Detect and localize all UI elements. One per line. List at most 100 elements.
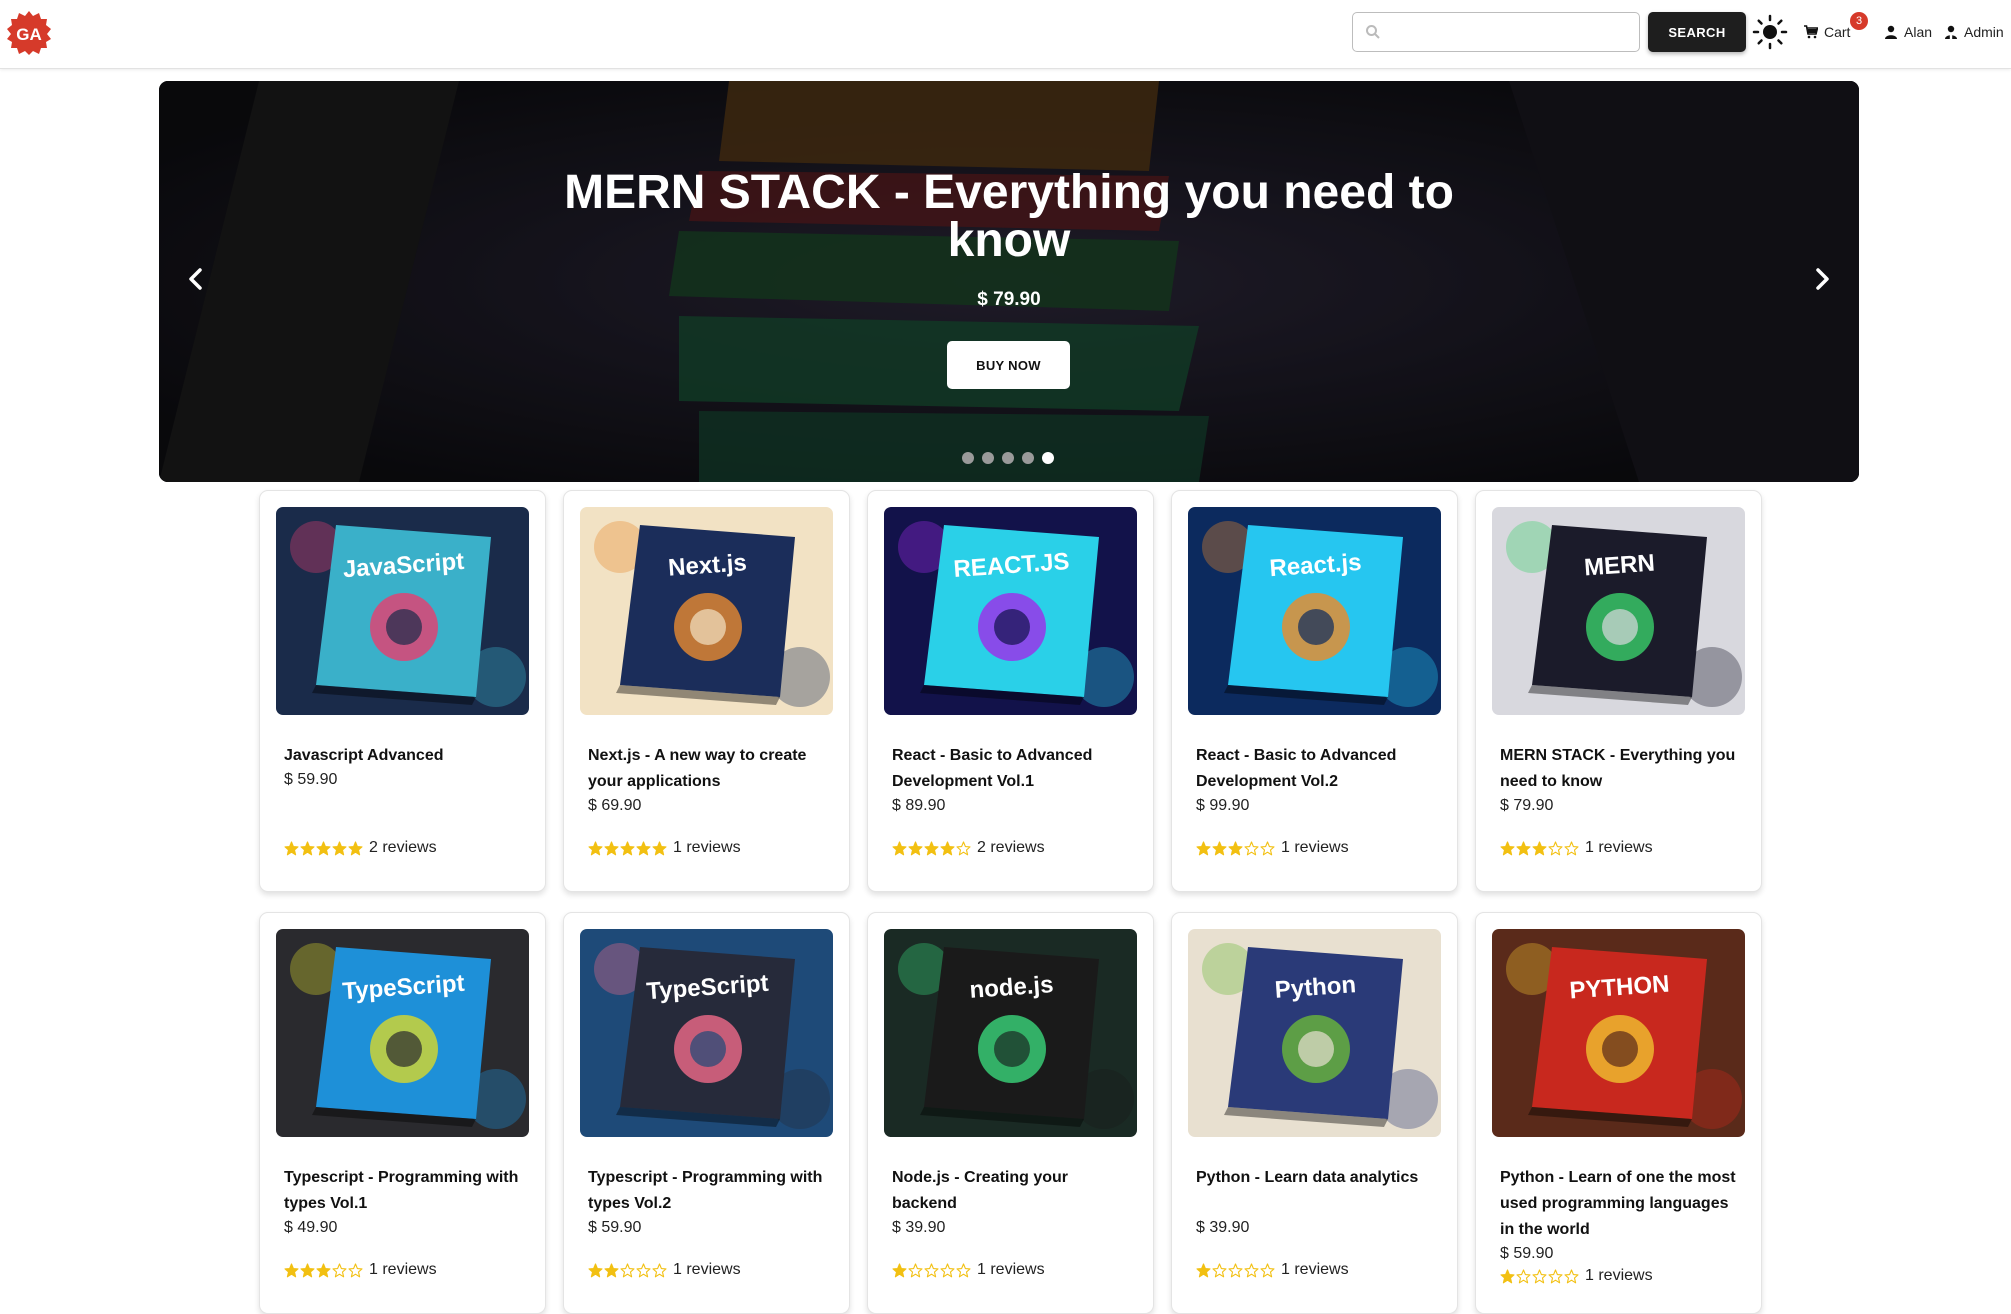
- product-card[interactable]: PYTHON Python - Learn of one the most use…: [1475, 912, 1762, 1314]
- product-price: $ 49.90: [284, 1219, 338, 1236]
- carousel-dot[interactable]: [982, 452, 994, 464]
- product-rating: 1 reviews: [1500, 839, 1653, 857]
- star-filled-icon: [1212, 840, 1227, 855]
- product-name[interactable]: React - Basic to Advanced Development Vo…: [892, 743, 1136, 795]
- product-card[interactable]: REACT.JS React - Basic to Advanced Develo…: [867, 490, 1154, 892]
- product-name[interactable]: Python - Learn data analytics: [1196, 1165, 1440, 1191]
- carousel-title: MERN STACK - Everything you need to know: [564, 166, 1454, 267]
- rating-stars: [588, 840, 667, 856]
- logo-icon: GA: [7, 11, 51, 55]
- search-input[interactable]: [1387, 13, 1635, 51]
- product-name[interactable]: Typescript - Programming with types Vol.…: [284, 1165, 528, 1217]
- rating-stars: [284, 1262, 363, 1278]
- product-card[interactable]: JavaScript Javascript Advanced $ 59.90 2 re…: [259, 490, 546, 892]
- carousel-dot[interactable]: [1042, 452, 1054, 464]
- product-card[interactable]: MERN MERN STACK - Everything you need to …: [1475, 490, 1762, 892]
- carousel-background-image: [159, 81, 1859, 482]
- product-price: $ 59.90: [1500, 1245, 1554, 1262]
- product-image[interactable]: TypeScript: [580, 929, 833, 1137]
- logo-text: GA: [16, 25, 42, 44]
- user-label: Alan: [1904, 24, 1933, 40]
- product-name[interactable]: Python - Learn of one the most used prog…: [1500, 1165, 1744, 1243]
- product-card[interactable]: Next.js Next.js - A new way to create you…: [563, 490, 850, 892]
- star-filled-icon: [316, 1262, 331, 1277]
- star-filled-icon: [636, 840, 651, 855]
- star-empty-icon: [1228, 1262, 1243, 1277]
- buy-now-button[interactable]: BUY NOW: [947, 341, 1070, 389]
- product-rating: 1 reviews: [588, 1261, 741, 1279]
- product-image[interactable]: Next.js: [580, 507, 833, 715]
- carousel-price: $ 79.90: [977, 289, 1041, 310]
- product-name[interactable]: Javascript Advanced: [284, 743, 528, 769]
- product-image[interactable]: REACT.JS: [884, 507, 1137, 715]
- product-image[interactable]: React.js: [1188, 507, 1441, 715]
- star-filled-icon: [300, 1262, 315, 1277]
- star-empty-icon: [1244, 1262, 1259, 1277]
- star-empty-icon: [940, 1262, 955, 1277]
- product-name[interactable]: Next.js - A new way to create your appli…: [588, 743, 832, 795]
- star-filled-icon: [1500, 1268, 1515, 1283]
- product-name[interactable]: Typescript - Programming with types Vol.…: [588, 1165, 832, 1217]
- search-button[interactable]: SEARCH: [1648, 12, 1746, 52]
- star-empty-icon: [1564, 840, 1579, 855]
- cart-label: Cart: [1824, 24, 1851, 40]
- carousel-dot[interactable]: [1022, 452, 1034, 464]
- logo[interactable]: GA: [6, 10, 52, 56]
- search-box[interactable]: [1352, 12, 1640, 52]
- carousel-indicators: [962, 452, 1054, 464]
- carousel-dot[interactable]: [1002, 452, 1014, 464]
- product-name[interactable]: React - Basic to Advanced Development Vo…: [1196, 743, 1440, 795]
- product-image[interactable]: PYTHON: [1492, 929, 1745, 1137]
- admin-icon: [1945, 25, 1957, 39]
- product-rating: 1 reviews: [1196, 839, 1349, 857]
- cart-link[interactable]: Cart: [1804, 20, 1850, 44]
- star-filled-icon: [588, 840, 603, 855]
- product-image[interactable]: JavaScript: [276, 507, 529, 715]
- star-empty-icon: [1244, 840, 1259, 855]
- review-count: 1 reviews: [369, 1261, 437, 1278]
- star-empty-icon: [1212, 1262, 1227, 1277]
- chevron-right-icon[interactable]: [1807, 264, 1837, 294]
- product-card[interactable]: node.js Node.js - Creating your backend $ …: [867, 912, 1154, 1314]
- admin-label: Admin: [1964, 24, 2004, 40]
- review-count: 1 reviews: [673, 1261, 741, 1278]
- review-count: 1 reviews: [1585, 1267, 1653, 1284]
- star-empty-icon: [636, 1262, 651, 1277]
- star-filled-icon: [332, 840, 347, 855]
- product-rating: 1 reviews: [892, 1261, 1045, 1279]
- user-menu[interactable]: Alan: [1884, 20, 1932, 44]
- admin-menu[interactable]: Admin: [1944, 20, 2004, 44]
- product-image[interactable]: Python: [1188, 929, 1441, 1137]
- product-image[interactable]: MERN: [1492, 507, 1745, 715]
- star-filled-icon: [892, 1262, 907, 1277]
- star-filled-icon: [620, 840, 635, 855]
- review-count: 1 reviews: [1281, 839, 1349, 856]
- product-price: $ 69.90: [588, 797, 642, 814]
- top-navbar: GA SEARCH Cart 3 Alan Admin: [0, 0, 2011, 69]
- product-card[interactable]: TypeScript Typescript - Programming with …: [563, 912, 850, 1314]
- review-count: 2 reviews: [977, 839, 1045, 856]
- star-filled-icon: [1196, 840, 1211, 855]
- rating-stars: [892, 840, 971, 856]
- rating-stars: [1500, 840, 1579, 856]
- product-image[interactable]: node.js: [884, 929, 1137, 1137]
- product-image[interactable]: TypeScript: [276, 929, 529, 1137]
- cart-icon: [1804, 25, 1818, 39]
- rating-stars: [588, 1262, 667, 1278]
- review-count: 1 reviews: [977, 1261, 1045, 1278]
- product-price: $ 39.90: [1196, 1219, 1250, 1236]
- sun-icon[interactable]: [1752, 14, 1788, 50]
- product-card[interactable]: TypeScript Typescript - Programming with …: [259, 912, 546, 1314]
- product-card[interactable]: React.js React - Basic to Advanced Develo…: [1171, 490, 1458, 892]
- chevron-left-icon[interactable]: [181, 264, 211, 294]
- star-empty-icon: [1532, 1268, 1547, 1283]
- review-count: 2 reviews: [369, 839, 437, 856]
- carousel-dot[interactable]: [962, 452, 974, 464]
- review-count: 1 reviews: [1585, 839, 1653, 856]
- product-name[interactable]: Node.js - Creating your backend: [892, 1165, 1136, 1217]
- product-card[interactable]: Python Python - Learn data analytics $ 39.…: [1171, 912, 1458, 1314]
- star-empty-icon: [348, 1262, 363, 1277]
- product-name[interactable]: MERN STACK - Everything you need to know: [1500, 743, 1744, 795]
- star-empty-icon: [1564, 1268, 1579, 1283]
- product-price: $ 99.90: [1196, 797, 1250, 814]
